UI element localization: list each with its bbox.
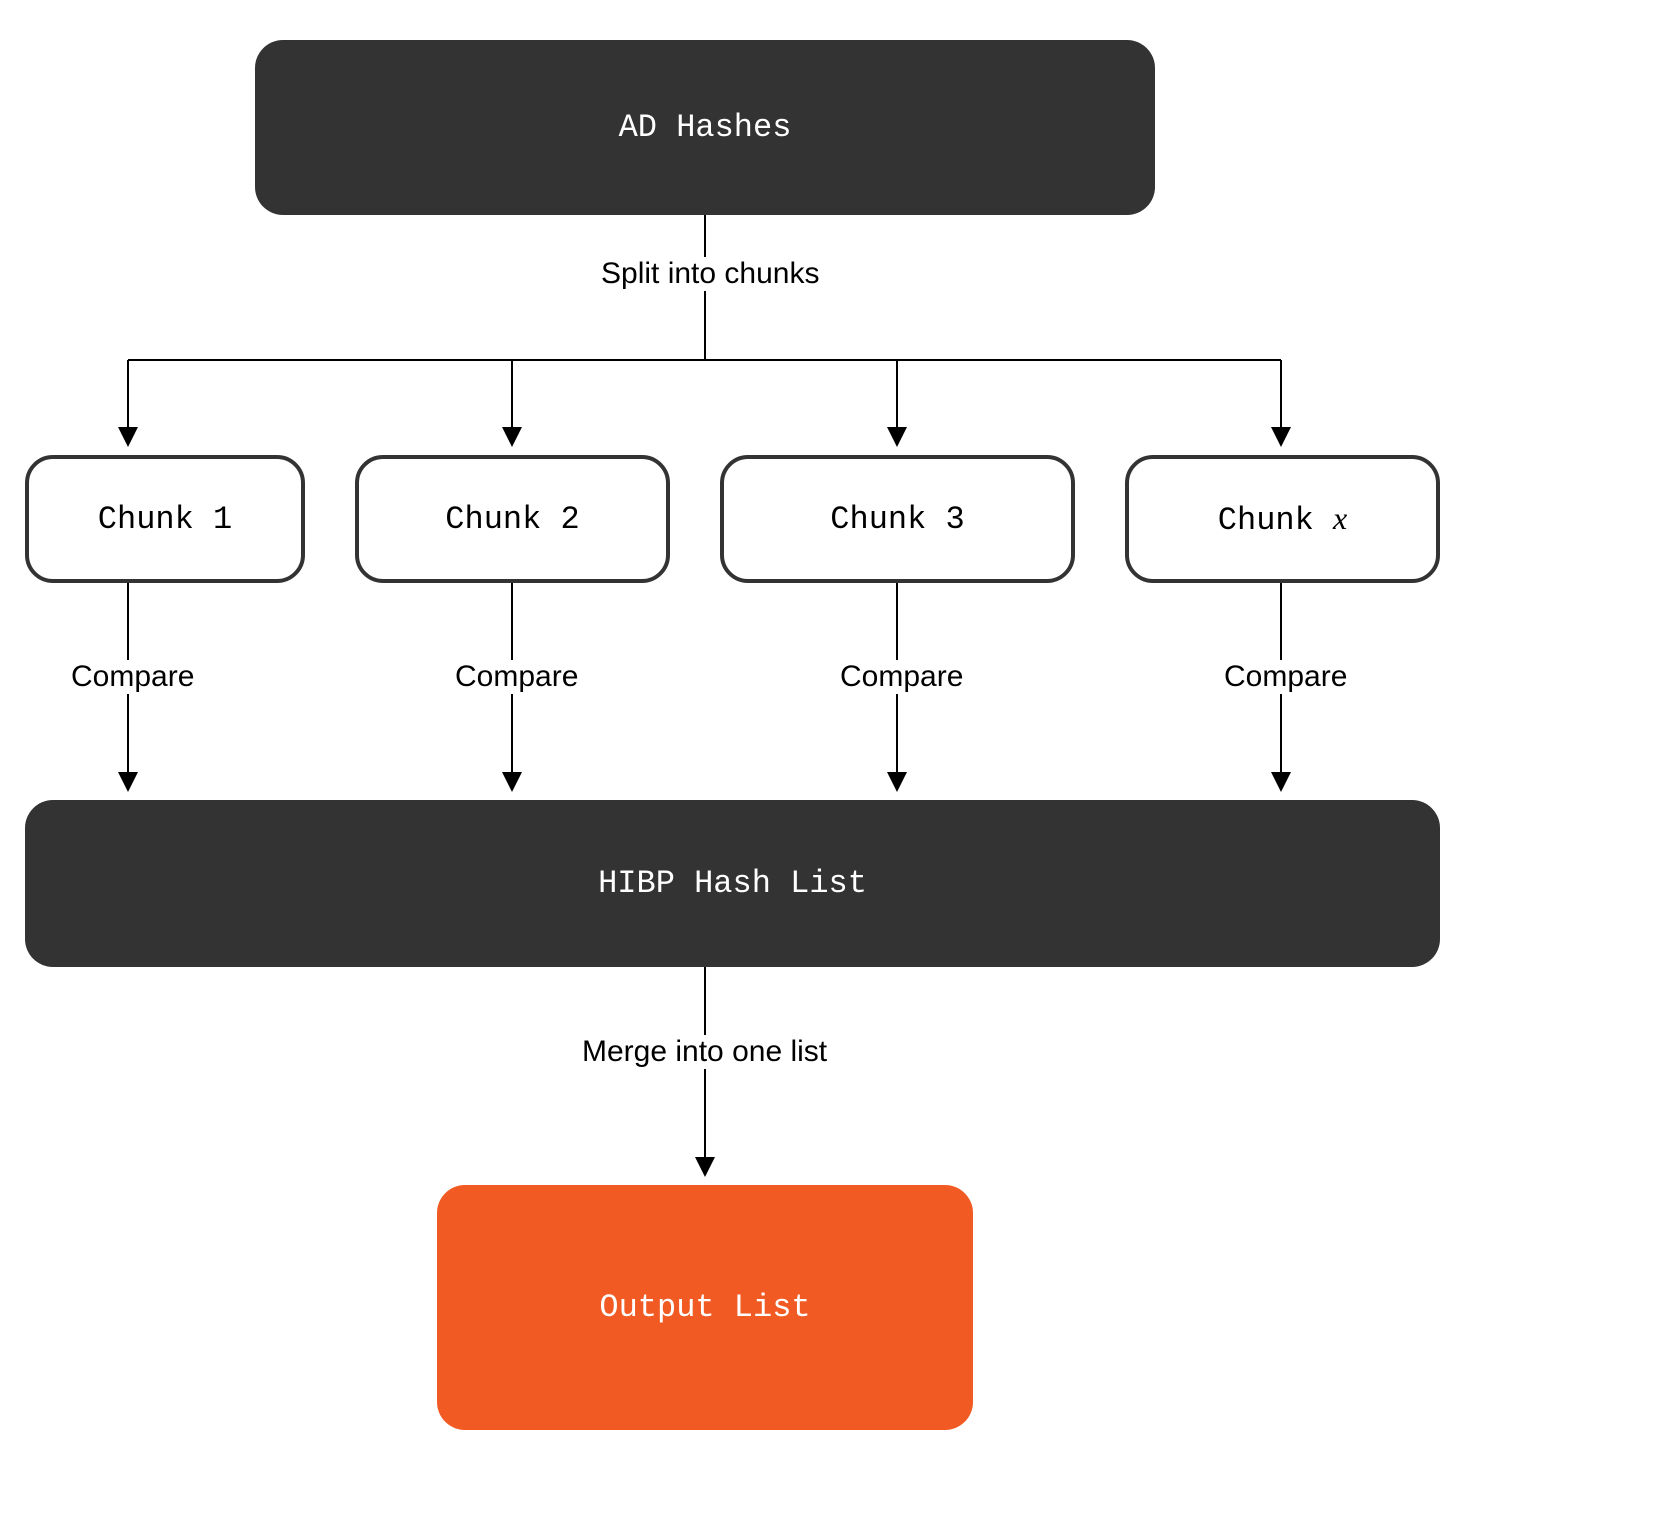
node-chunk-x: Chunk x	[1125, 455, 1440, 583]
label-compare-4: Compare	[1218, 660, 1353, 694]
node-ad-hashes-label: AD Hashes	[619, 109, 792, 146]
label-compare-3: Compare	[834, 660, 969, 694]
node-chunk-1-label: Chunk 1	[98, 501, 232, 538]
node-hibp-label: HIBP Hash List	[598, 865, 867, 902]
node-hibp: HIBP Hash List	[25, 800, 1440, 967]
node-ad-hashes: AD Hashes	[255, 40, 1155, 215]
node-chunk-2: Chunk 2	[355, 455, 670, 583]
node-output-label: Output List	[599, 1289, 810, 1326]
node-chunk-3: Chunk 3	[720, 455, 1075, 583]
label-compare-1: Compare	[65, 660, 200, 694]
node-chunk-3-label: Chunk 3	[830, 501, 964, 538]
node-chunk-x-label: Chunk x	[1218, 500, 1347, 539]
label-split: Split into chunks	[595, 257, 825, 291]
node-output: Output List	[437, 1185, 973, 1430]
node-chunk-2-label: Chunk 2	[445, 501, 579, 538]
label-merge: Merge into one list	[576, 1035, 833, 1069]
node-chunk-1: Chunk 1	[25, 455, 305, 583]
label-compare-2: Compare	[449, 660, 584, 694]
